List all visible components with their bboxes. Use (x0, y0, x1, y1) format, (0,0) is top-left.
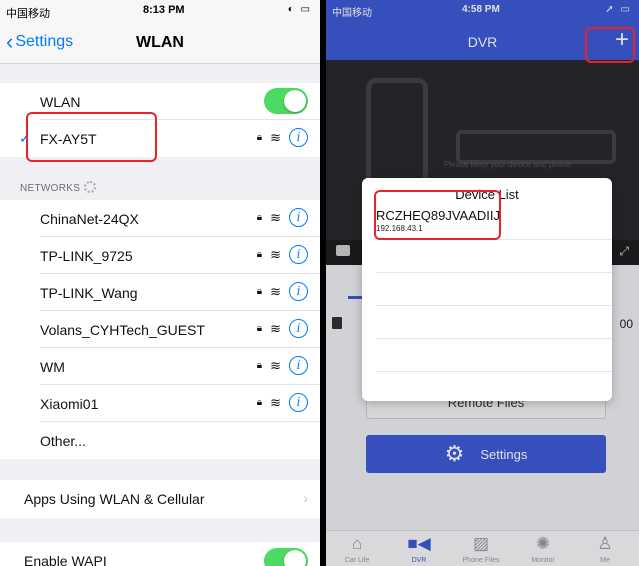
wapi-toggle[interactable] (264, 548, 308, 566)
loading-spinner-icon (84, 181, 97, 193)
wlan-toggle[interactable] (264, 88, 308, 114)
network-name: WM (40, 359, 65, 375)
info-icon[interactable]: i (289, 356, 308, 375)
lock-icon: 🔒︎ (256, 249, 263, 260)
navigation-bar: ‹ Settings WLAN (0, 22, 320, 64)
battery-icon: ◐ ▭ (287, 4, 312, 15)
lock-icon: 🔒︎ (256, 286, 263, 297)
network-name: TP-LINK_Wang (40, 285, 138, 301)
device-ip: 192.168.43.1 (376, 224, 423, 233)
apps-using-wlan-row[interactable]: Apps Using WLAN & Cellular › (0, 480, 320, 518)
device-list-item-empty[interactable] (376, 339, 612, 372)
network-row[interactable]: Volans_CYHTech_GUEST 🔒︎ ≋ i (0, 311, 320, 348)
info-icon[interactable]: i (289, 319, 308, 338)
info-icon[interactable]: i (289, 128, 308, 147)
toggle-knob (284, 90, 306, 112)
enable-wapi-row: Enable WAPI (0, 542, 320, 566)
connected-network-row[interactable]: ✓ FX-AY5T 🔒︎ ≋ i (0, 120, 320, 157)
wifi-icon: ≋ (270, 394, 281, 410)
info-icon[interactable]: i (289, 393, 308, 412)
wifi-icon: ≋ (270, 246, 281, 262)
network-row[interactable]: Xiaomi01 🔒︎ ≋ i (0, 385, 320, 422)
page-title: WLAN (136, 34, 184, 51)
device-list-item-empty[interactable] (376, 273, 612, 306)
wlan-toggle-row: WLAN (0, 83, 320, 120)
status-time: 8:13 PM (143, 4, 185, 16)
wifi-icon: ≋ (270, 209, 281, 225)
status-bar: 中国移动 8:13 PM ◐ ▭ (0, 0, 320, 22)
apps-using-wlan-label: Apps Using WLAN & Cellular (24, 491, 205, 507)
wifi-icon: ≋ (270, 357, 281, 373)
network-row[interactable]: TP-LINK_Wang 🔒︎ ≋ i (0, 274, 320, 311)
device-list-item[interactable]: RCZHEQ89JVAADIIJ 192.168.43.1 (376, 208, 612, 240)
enable-wapi-label: Enable WAPI (24, 553, 107, 566)
device-list-item-empty[interactable] (376, 306, 612, 339)
info-icon[interactable]: i (289, 208, 308, 227)
other-network-label: Other... (40, 433, 86, 449)
network-row[interactable]: WM 🔒︎ ≋ i (0, 348, 320, 385)
info-icon[interactable]: i (289, 245, 308, 264)
network-name: Volans_CYHTech_GUEST (40, 322, 205, 338)
dialog-title: Device List (455, 187, 519, 202)
lock-icon: 🔒︎ (256, 397, 263, 408)
device-list-dialog: Device List RCZHEQ89JVAADIIJ 192.168.43.… (362, 178, 612, 401)
network-name: TP-LINK_9725 (40, 248, 133, 264)
other-network-row[interactable]: Other... (0, 422, 320, 459)
chevron-right-icon: › (303, 490, 308, 506)
wlan-settings-screen: 中国移动 8:13 PM ◐ ▭ ‹ Settings WLAN WLAN ✓ … (0, 0, 320, 566)
toggle-knob (284, 550, 306, 566)
device-name: RCZHEQ89JVAADIIJ (376, 208, 501, 223)
network-name: ChinaNet-24QX (40, 211, 139, 227)
network-row[interactable]: TP-LINK_9725 🔒︎ ≋ i (0, 237, 320, 274)
wlan-label: WLAN (40, 94, 81, 110)
info-icon[interactable]: i (289, 282, 308, 301)
checkmark-icon: ✓ (19, 130, 31, 146)
lock-icon: 🔒︎ (256, 323, 263, 334)
networks-section-header: NETWORKS (20, 181, 97, 194)
carrier-label: 中国移动 (6, 8, 50, 20)
lock-icon: 🔒︎ (256, 132, 263, 143)
networks-header-label: NETWORKS (20, 183, 81, 194)
network-row[interactable]: ChinaNet-24QX 🔒︎ ≋ i (0, 200, 320, 237)
connected-network-name: FX-AY5T (40, 131, 97, 147)
lock-icon: 🔒︎ (256, 360, 263, 371)
wifi-icon: ≋ (270, 320, 281, 336)
dvr-app-screen: 中国移动 4:58 PM ➚ ▭ DVR + Please keep your … (326, 0, 639, 566)
lock-icon: 🔒︎ (256, 212, 263, 223)
device-list-item-empty[interactable] (376, 240, 612, 273)
wifi-icon: ≋ (270, 129, 281, 145)
wifi-icon: ≋ (270, 283, 281, 299)
network-name: Xiaomi01 (40, 396, 99, 412)
